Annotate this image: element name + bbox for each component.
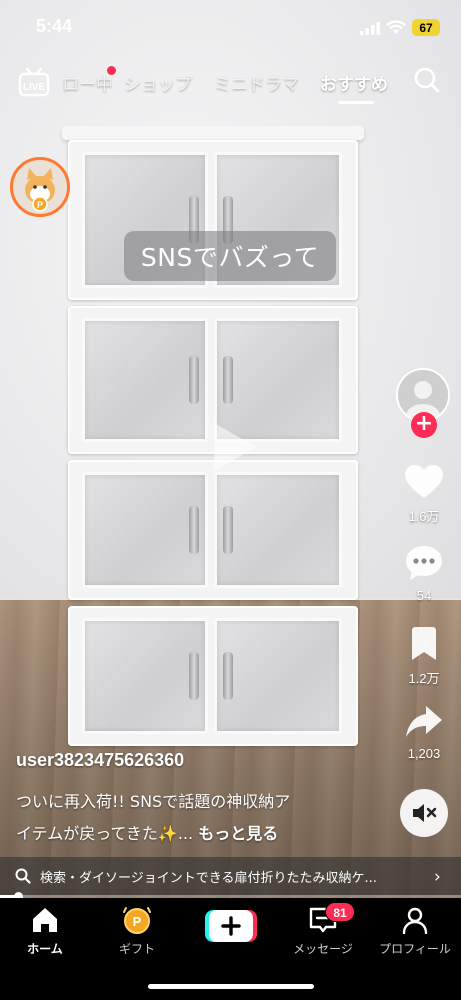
share-count: 1,203 [407, 746, 441, 761]
chevron-right-icon: › [434, 867, 441, 887]
tab-mini-drama[interactable]: ミニドラマ [214, 70, 299, 95]
muted-speaker-icon [413, 804, 437, 822]
creator-username[interactable]: user3823475626360 [16, 750, 184, 771]
status-time: 5:44 [36, 16, 73, 36]
related-search-text: 検索・ダイソージョイントできる扉付折りたたみ収納ケ... [40, 871, 377, 886]
tab-home[interactable]: ホーム [0, 906, 90, 957]
save-button[interactable]: 1.2万 [394, 626, 454, 687]
gift-coin-icon: P [123, 907, 151, 934]
heart-icon [405, 465, 443, 498]
profile-icon [402, 907, 428, 935]
tab-profile-label: プロフィール [379, 942, 451, 956]
mute-button[interactable] [400, 789, 448, 837]
messages-badge: 81 [325, 902, 355, 922]
wifi-icon [386, 20, 406, 34]
save-count: 1.2万 [408, 671, 440, 686]
active-tab-indicator [338, 101, 374, 104]
tab-messages-label: メッセージ [293, 942, 353, 956]
status-bar: 5:44 67 [0, 0, 461, 52]
bottom-tab-bar: ホーム P ギフト メッセージ 81 プロフィール [0, 898, 461, 1000]
video-description-line2: イテムが戻ってきた✨... もっと見る [16, 820, 278, 844]
cabinet-door [82, 472, 208, 588]
like-count: 1.6万 [408, 509, 440, 524]
home-indicator [148, 984, 314, 989]
tab-profile[interactable]: プロフィール [370, 906, 460, 957]
share-button[interactable]: 1,203 [394, 704, 454, 761]
play-icon[interactable] [200, 415, 264, 479]
like-button[interactable]: 1.6万 [394, 464, 454, 525]
tab-shop[interactable]: ショップ [124, 70, 192, 95]
see-more-link[interactable]: もっと見る [198, 824, 278, 843]
tab-gift[interactable]: P ギフト [92, 906, 182, 957]
cabinet-unit [68, 606, 358, 746]
search-icon [15, 868, 31, 884]
tab-following[interactable]: フォロー中 [62, 70, 112, 95]
coin-reward-icon[interactable]: P [10, 157, 70, 217]
cabinet-door [82, 618, 208, 734]
comment-count: 54 [416, 588, 432, 603]
cabinet-door [82, 318, 208, 442]
live-label: LIVE [23, 82, 46, 93]
cabinet-door [214, 472, 342, 588]
svg-text:P: P [37, 200, 43, 210]
signal-icon [360, 22, 380, 35]
tab-gift-label: ギフト [118, 942, 155, 956]
video-description-line1: ついに再入荷!! SNSで話題の神収納ア [16, 792, 291, 811]
notification-dot [107, 66, 116, 75]
battery-indicator: 67 [412, 19, 440, 36]
bookmark-icon [412, 627, 436, 660]
comment-icon [406, 546, 442, 580]
svg-text:P: P [133, 914, 142, 929]
live-icon[interactable]: LIVE [18, 67, 50, 97]
follow-button[interactable]: + [411, 412, 437, 438]
video-overlay-caption: SNSでバズって [124, 231, 336, 281]
search-icon[interactable] [413, 66, 441, 94]
cabinet-unit [68, 460, 358, 600]
top-nav: LIVE フォロー中 ショップ ミニドラマ おすすめ [0, 60, 461, 104]
home-icon [33, 908, 57, 932]
tab-home-label: ホーム [27, 942, 63, 956]
cabinet-door [214, 618, 342, 734]
tab-for-you[interactable]: おすすめ [320, 70, 388, 95]
description-text: イテムが戻ってきた✨... [16, 824, 199, 843]
share-icon [406, 706, 442, 737]
create-button[interactable] [205, 910, 257, 942]
comment-button[interactable]: 54 [394, 544, 454, 603]
battery-level: 67 [419, 20, 433, 35]
cabinet-top [62, 126, 364, 140]
video-frame[interactable]: SNSでバズって [0, 0, 461, 1000]
related-search-bar[interactable]: 検索・ダイソージョイントできる扉付折りたたみ収納ケ... › [0, 857, 461, 895]
